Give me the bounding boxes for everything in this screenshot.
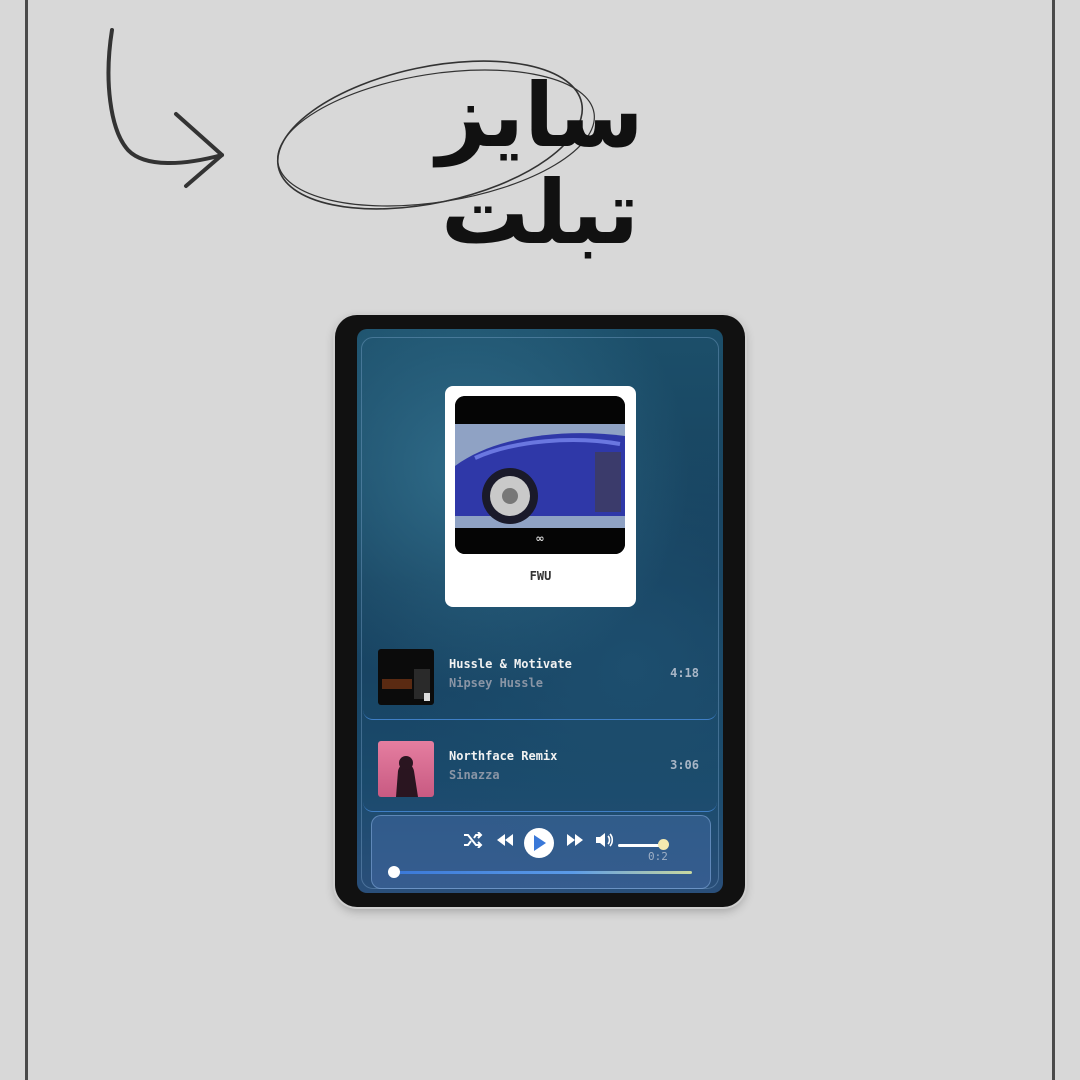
- play-icon: [534, 835, 546, 851]
- player-controls: 0:2: [371, 815, 711, 889]
- elapsed-time: 0:2: [648, 850, 668, 863]
- album-title: FWU: [529, 569, 552, 583]
- volume-icon[interactable]: [594, 829, 616, 851]
- now-playing-card[interactable]: ∞ FWU: [445, 386, 636, 607]
- music-player-screen: ∞ FWU Hussle & Motivate Nipsey Hussle 4:…: [357, 329, 723, 893]
- page-heading: سايز تبلت: [436, 64, 645, 264]
- curved-arrow-icon: [106, 28, 224, 165]
- previous-icon[interactable]: [494, 829, 516, 851]
- track-row[interactable]: Northface Remix Sinazza 3:06: [363, 729, 717, 812]
- tablet-device: ∞ FWU Hussle & Motivate Nipsey Hussle 4:…: [335, 315, 745, 907]
- track-thumbnail: [378, 741, 434, 797]
- shuffle-icon[interactable]: [462, 829, 484, 851]
- track-artist: Sinazza: [449, 768, 500, 782]
- track-title: Hussle & Motivate: [449, 657, 572, 671]
- track-artist: Nipsey Hussle: [449, 676, 543, 690]
- volume-slider-handle[interactable]: [658, 839, 669, 850]
- seek-bar-handle[interactable]: [388, 866, 400, 878]
- track-row[interactable]: Hussle & Motivate Nipsey Hussle 4:18: [363, 637, 717, 720]
- next-icon[interactable]: [564, 829, 586, 851]
- svg-text:∞: ∞: [535, 532, 544, 545]
- seek-bar[interactable]: [392, 871, 692, 874]
- track-duration: 3:06: [670, 758, 699, 772]
- album-cover: ∞: [455, 396, 625, 554]
- track-duration: 4:18: [670, 666, 699, 680]
- track-thumbnail: [378, 649, 434, 705]
- track-title: Northface Remix: [449, 749, 558, 763]
- play-button[interactable]: [524, 828, 554, 858]
